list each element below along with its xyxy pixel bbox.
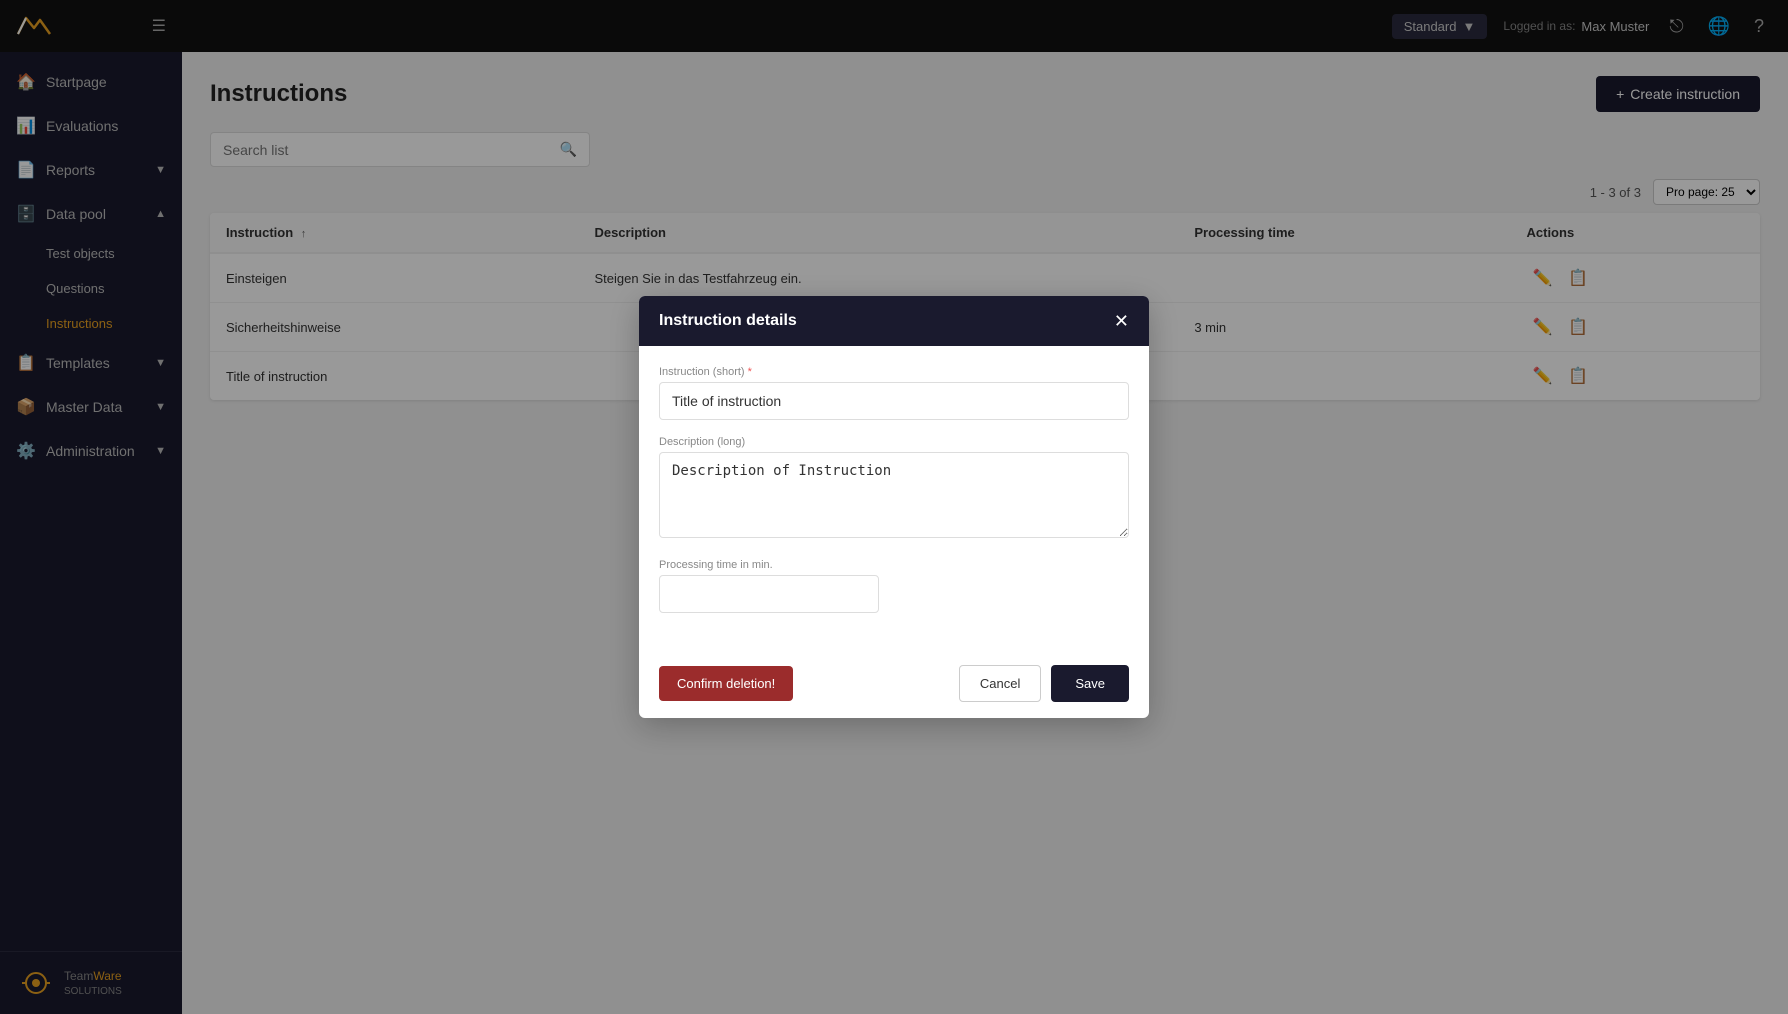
instruction-short-group: Instruction (short) * xyxy=(659,366,1129,420)
required-marker: * xyxy=(748,366,752,378)
instruction-details-modal: Instruction details ✕ Instruction (short… xyxy=(639,296,1149,718)
modal-body: Instruction (short) * Description (long)… xyxy=(639,346,1149,649)
modal-action-buttons: Cancel Save xyxy=(959,665,1129,702)
modal-title: Instruction details xyxy=(659,312,797,330)
save-button[interactable]: Save xyxy=(1051,665,1129,702)
modal-overlay: Instruction details ✕ Instruction (short… xyxy=(0,0,1788,1014)
confirm-deletion-button[interactable]: Confirm deletion! xyxy=(659,666,793,701)
processing-time-label: Processing time in min. xyxy=(659,559,1129,571)
modal-close-button[interactable]: ✕ xyxy=(1114,312,1129,330)
description-long-group: Description (long) xyxy=(659,436,1129,543)
modal-header: Instruction details ✕ xyxy=(639,296,1149,346)
instruction-short-input[interactable] xyxy=(659,382,1129,420)
processing-time-input[interactable] xyxy=(659,575,879,613)
description-long-textarea[interactable] xyxy=(659,452,1129,538)
cancel-button[interactable]: Cancel xyxy=(959,665,1041,702)
modal-footer: Confirm deletion! Cancel Save xyxy=(639,649,1149,718)
description-long-label: Description (long) xyxy=(659,436,1129,448)
processing-time-group: Processing time in min. xyxy=(659,559,1129,613)
instruction-short-label: Instruction (short) * xyxy=(659,366,1129,378)
